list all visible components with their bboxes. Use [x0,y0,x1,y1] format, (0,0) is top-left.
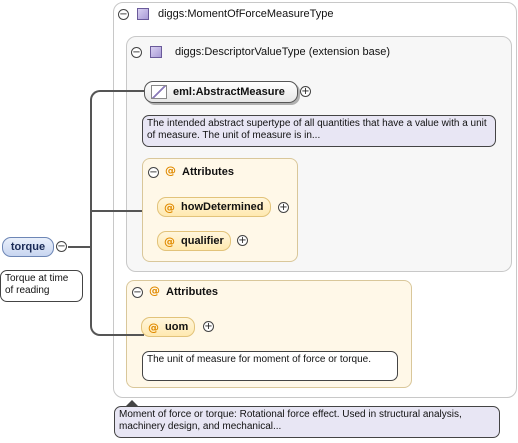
extension-title: diggs:DescriptorValueType (extension bas… [175,46,391,58]
connector-attributes [91,210,142,212]
abstract-measure-label: eml:AbstractMeasure [173,86,285,98]
torque-description: Torque at time of reading [0,270,83,302]
abstract-measure-element[interactable]: eml:AbstractMeasure [144,81,298,103]
attribute-at-icon: @ [148,320,159,334]
collapse-extension-icon[interactable]: − [131,47,142,58]
attribute-at-icon: @ [164,234,175,248]
attribute-label: uom [165,321,189,333]
attribute-label: howDetermined [181,201,264,213]
type-title: diggs:MomentOfForceMeasureType [158,8,334,20]
connector-torque [68,246,92,248]
type-description: Moment of force or torque: Rotational fo… [114,406,500,438]
uom-description: The unit of measure for moment of force … [142,351,398,381]
expand-uom-icon[interactable]: + [203,321,214,332]
collapse-extension-attributes-icon[interactable]: − [148,167,159,178]
extension-attributes-title: Attributes [182,166,234,178]
description-pointer [126,400,138,406]
attribute-at-icon: @ [164,200,175,214]
abstract-element-icon [151,85,167,99]
connector-bracket [90,90,144,336]
uom-attributes-title: Attributes [166,286,218,298]
attributes-at-icon: @ [149,284,160,297]
attribute-howdetermined[interactable]: @ howDetermined [157,197,271,217]
complex-type-icon [137,8,149,20]
expand-howdetermined-icon[interactable]: + [278,202,289,213]
collapse-torque-icon[interactable]: − [56,241,67,252]
expand-abstract-measure-icon[interactable]: + [300,86,311,97]
extension-type-icon [150,46,162,58]
attribute-qualifier[interactable]: @ qualifier [157,231,231,251]
collapse-type-icon[interactable]: − [118,9,129,20]
attribute-uom[interactable]: @ uom [141,317,196,337]
attributes-at-icon: @ [165,164,176,177]
abstract-measure-description: The intended abstract supertype of all q… [142,115,496,147]
attribute-label: qualifier [181,235,224,247]
torque-label: torque [10,241,46,253]
expand-qualifier-icon[interactable]: + [237,235,248,246]
torque-element[interactable]: torque [2,237,54,257]
